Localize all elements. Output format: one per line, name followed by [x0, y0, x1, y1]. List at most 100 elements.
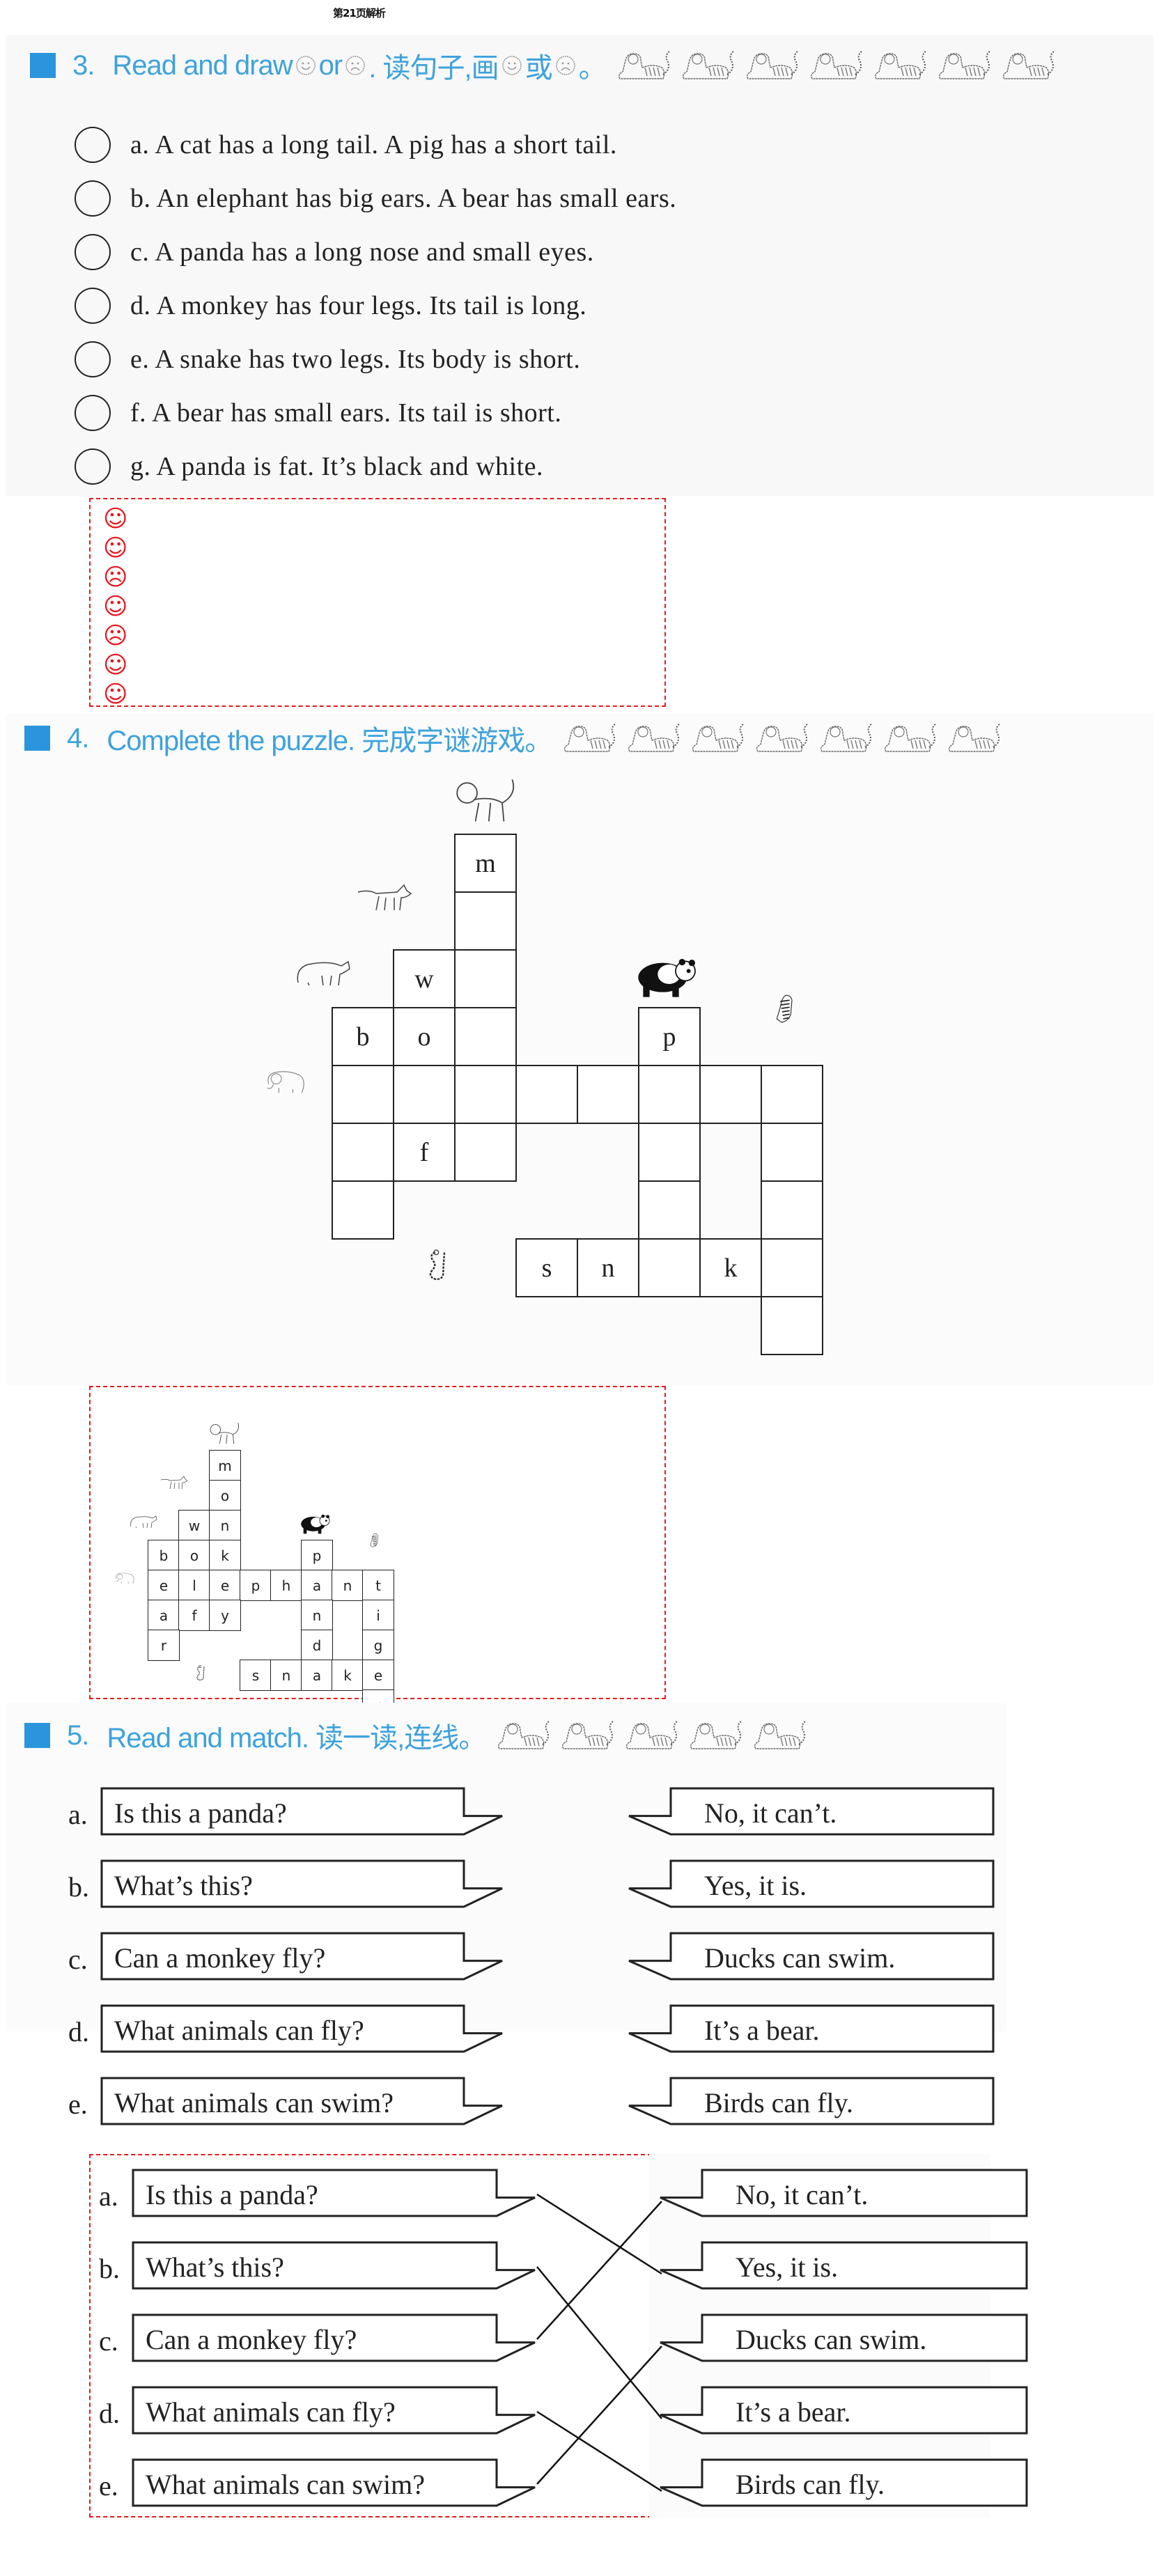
- puzzle-cell[interactable]: [638, 1238, 701, 1297]
- puzzle-cell[interactable]: [393, 1065, 456, 1124]
- response-box-shape: [660, 2241, 1028, 2290]
- question-text: Can a monkey fly?: [114, 1942, 326, 1974]
- tiger-icon: [885, 723, 937, 752]
- response-text: Birds can fly.: [704, 2087, 854, 2118]
- tiger-icon: [562, 1720, 614, 1749]
- page-title: 第21页解析: [333, 7, 386, 19]
- snake-icon: [196, 1664, 205, 1680]
- response-box[interactable]: Yes, it is.: [660, 2241, 1028, 2291]
- response-box[interactable]: Ducks can swim.: [628, 1932, 995, 1982]
- puzzle-cell[interactable]: [332, 1123, 394, 1182]
- question-text: Is this a panda?: [114, 1797, 287, 1829]
- q5-title: Read and match. 读一读,连线。: [107, 1723, 486, 1754]
- question-box[interactable]: Can a monkey fly?: [132, 2313, 536, 2364]
- puzzle-cell: a: [301, 1660, 333, 1691]
- wolf-icon: [358, 884, 412, 911]
- puzzle-cell[interactable]: [332, 1065, 394, 1124]
- puzzle-cell[interactable]: [454, 1007, 517, 1066]
- answer-smile-icon: ☺: [103, 680, 128, 708]
- answer-circle[interactable]: [75, 127, 111, 163]
- response-box[interactable]: Birds can fly.: [628, 2077, 995, 2127]
- puzzle-cell: r: [148, 1630, 180, 1661]
- question-box[interactable]: What animals can fly?: [100, 2004, 503, 2054]
- puzzle-cell: d: [301, 1630, 333, 1661]
- tiger-icon: [746, 50, 799, 79]
- response-text: It’s a bear.: [736, 2396, 851, 2428]
- response-box[interactable]: Birds can fly.: [660, 2458, 1028, 2508]
- question-box[interactable]: Is this a panda?: [132, 2169, 536, 2219]
- puzzle-cell: w: [178, 1510, 210, 1541]
- tiger-icon: [820, 723, 873, 752]
- frown-face-icon: [345, 56, 366, 75]
- answer-frown-icon: ☹: [103, 563, 128, 591]
- puzzle-cell[interactable]: [577, 1065, 639, 1124]
- puzzle-cell: l: [178, 1570, 210, 1601]
- question-text: What animals can fly?: [146, 2396, 396, 2428]
- puzzle-cell[interactable]: [638, 1180, 701, 1240]
- puzzle-cell: s: [515, 1238, 578, 1297]
- answer-smile-icon: ☺: [103, 534, 128, 562]
- puzzle-cell[interactable]: [454, 891, 517, 951]
- puzzle-cell: s: [240, 1660, 272, 1691]
- puzzle-cell[interactable]: [761, 1296, 823, 1355]
- question-text: What animals can swim?: [114, 2087, 394, 2118]
- question-text: What animals can fly?: [114, 2015, 364, 2046]
- question-letter: d.: [68, 2016, 89, 2047]
- answer-smile-icon: ☺: [103, 651, 128, 679]
- puzzle-cell: t: [362, 1570, 394, 1601]
- question-box[interactable]: What animals can swim?: [100, 2077, 503, 2127]
- sentence-row: d. A monkey has four legs. Its tail is l…: [75, 286, 586, 325]
- answer-circle[interactable]: [75, 180, 111, 217]
- answer-circle[interactable]: [75, 341, 111, 377]
- puzzle-cell[interactable]: [454, 949, 517, 1008]
- puzzle-cell: e: [209, 1570, 241, 1601]
- response-box[interactable]: It’s a bear.: [628, 2004, 995, 2054]
- puzzle-cell[interactable]: [515, 1065, 578, 1124]
- puzzle-cell[interactable]: [699, 1065, 762, 1124]
- tiger-icon: [618, 50, 671, 79]
- tiger-icon: [682, 50, 735, 79]
- response-box[interactable]: No, it can’t.: [628, 1787, 995, 1837]
- puzzle-cell: w: [393, 949, 456, 1008]
- tiger-decoration: [494, 1718, 811, 1753]
- puzzle-cell: f: [178, 1600, 210, 1631]
- response-box[interactable]: No, it can’t.: [660, 2169, 1028, 2219]
- puzzle-cell[interactable]: [454, 1123, 517, 1182]
- puzzle-cell: h: [270, 1570, 302, 1601]
- question-box[interactable]: What’s this?: [100, 1859, 503, 1910]
- puzzle-cell[interactable]: [638, 1065, 701, 1124]
- tiger-icon: [1002, 50, 1055, 79]
- puzzle-cell[interactable]: [454, 1065, 517, 1124]
- answer-circle[interactable]: [75, 234, 111, 270]
- answer-circle[interactable]: [75, 448, 111, 485]
- puzzle-cell[interactable]: [761, 1180, 823, 1240]
- snake-icon: [429, 1249, 446, 1280]
- response-text: Yes, it is.: [736, 2251, 839, 2283]
- answer-circle[interactable]: [75, 395, 111, 431]
- puzzle-cell: k: [209, 1540, 241, 1571]
- question-letter: e.: [99, 2470, 118, 2501]
- sentence-text: c. A panda has a long nose and small eye…: [130, 237, 594, 267]
- puzzle-cell[interactable]: [761, 1065, 823, 1124]
- puzzle-cell[interactable]: [761, 1123, 823, 1182]
- sentence-text: e. A snake has two legs. Its body is sho…: [130, 345, 581, 374]
- question-box[interactable]: What animals can swim?: [132, 2458, 536, 2508]
- puzzle-cell[interactable]: [332, 1180, 394, 1240]
- puzzle-cell[interactable]: [761, 1238, 823, 1297]
- tiger-icon: [938, 50, 991, 79]
- question-box[interactable]: What animals can fly?: [132, 2386, 536, 2436]
- question-box[interactable]: Is this a panda?: [100, 1787, 503, 1837]
- puzzle-cell[interactable]: [638, 1123, 701, 1182]
- question-letter: b.: [68, 1871, 89, 1903]
- response-box[interactable]: It’s a bear.: [660, 2386, 1028, 2436]
- answer-smile-icon: ☺: [103, 505, 128, 533]
- sentence-row: b. An elephant has big ears. A bear has …: [75, 179, 676, 218]
- response-box[interactable]: Yes, it is.: [628, 1859, 995, 1910]
- answer-circle[interactable]: [75, 288, 111, 324]
- question-letter: a.: [99, 2180, 118, 2212]
- puzzle-cell: p: [638, 1007, 701, 1066]
- question-box[interactable]: Can a monkey fly?: [100, 1932, 503, 1982]
- response-box[interactable]: Ducks can swim.: [660, 2313, 1028, 2364]
- question-box[interactable]: What’s this?: [132, 2241, 536, 2291]
- puzzle-cell: n: [577, 1238, 639, 1297]
